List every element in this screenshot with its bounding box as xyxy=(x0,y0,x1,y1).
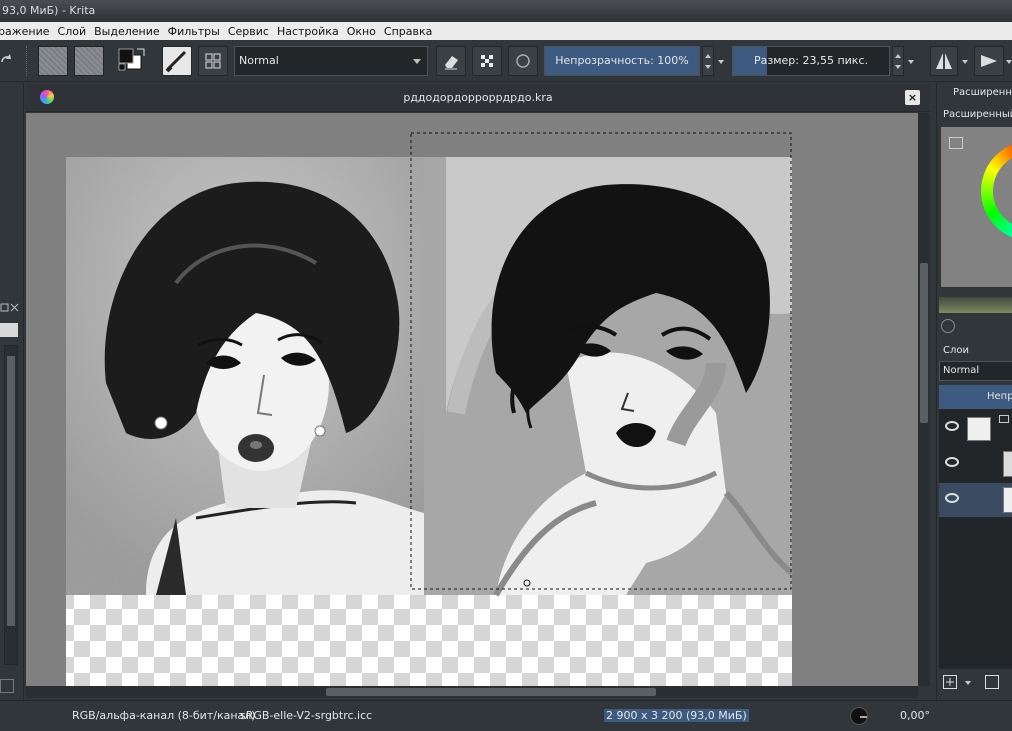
eye-icon[interactable] xyxy=(945,421,959,431)
document-window: рддодордорроррдрдо.kra × xyxy=(26,84,930,700)
reference-photo xyxy=(66,157,424,595)
horizontal-scroll-thumb[interactable] xyxy=(326,688,656,696)
menu-tools[interactable]: Сервис xyxy=(224,25,273,38)
canvas-horizontal-scrollbar[interactable] xyxy=(26,686,918,698)
redo-icon[interactable] xyxy=(0,46,12,76)
save-icon[interactable] xyxy=(0,679,14,693)
menu-window[interactable]: Окно xyxy=(343,25,380,38)
canvas-area[interactable] xyxy=(26,113,918,686)
vertical-scroll-thumb[interactable] xyxy=(920,263,928,423)
menu-help[interactable]: Справка xyxy=(380,25,436,38)
folder-icon xyxy=(999,415,1009,423)
add-layer-icon[interactable] xyxy=(943,675,957,689)
gradient-swatch[interactable] xyxy=(38,46,68,76)
krita-app-icon xyxy=(40,90,54,104)
opacity-slider[interactable]: Непрозрачность: 100% xyxy=(544,46,700,76)
blend-mode-select[interactable]: Normal xyxy=(234,46,428,76)
rotation-dial-icon[interactable] xyxy=(850,707,868,725)
mirror-vertical-dropdown-icon[interactable] xyxy=(1006,60,1012,64)
size-spin[interactable] xyxy=(892,46,904,76)
toolbar-handle xyxy=(26,46,28,76)
opacity-dropdown-icon[interactable] xyxy=(718,60,724,64)
layer-thumbnail xyxy=(1003,487,1012,513)
canvas-vertical-scrollbar[interactable] xyxy=(918,113,930,686)
rotation-angle-label: 0,00° xyxy=(900,709,930,722)
size-dropdown-icon[interactable] xyxy=(908,60,914,64)
color-profile-label: sRGB-elle-V2-srgbtrc.icc xyxy=(240,709,373,722)
docker-close-icon[interactable] xyxy=(0,303,20,313)
eraser-icon[interactable] xyxy=(436,46,466,76)
eye-icon[interactable] xyxy=(945,493,959,503)
color-selector-menu-icon[interactable] xyxy=(949,137,963,149)
layers-docker-title: Слои xyxy=(943,345,969,356)
menu-filters[interactable]: Фильтры xyxy=(164,25,224,38)
advanced-color-subtitle: Расширенный в xyxy=(943,109,1012,120)
color-wheel[interactable] xyxy=(981,141,1012,241)
color-model-label: RGB/альфа-канал (8-бит/канал) xyxy=(72,709,256,722)
layer-thumbnail xyxy=(967,417,991,441)
workspace-icon[interactable] xyxy=(198,46,228,76)
brush-size-slider[interactable]: Размер: 23,55 пикс. xyxy=(732,46,890,76)
menu-select[interactable]: Выделение xyxy=(90,25,164,38)
scroll-thumb[interactable] xyxy=(7,356,15,626)
opacity-label: Непрозрачность: 100% xyxy=(555,54,689,67)
chevron-down-icon xyxy=(413,59,421,64)
duplicate-layer-icon[interactable] xyxy=(985,675,999,689)
window-title-bar: 93,0 МиБ) - Krita xyxy=(0,0,1012,22)
brush-toolbar: Normal Непрозрачность: 100% Размер: 23,5… xyxy=(0,40,1012,82)
layer-blend-mode-value: Normal xyxy=(943,365,980,376)
image-size-label[interactable]: 2 900 x 3 200 (93,0 МиБ) xyxy=(604,709,749,722)
size-label: Размер: 23,55 пикс. xyxy=(754,54,868,67)
layer-opacity-label: Непр xyxy=(987,391,1012,402)
fg-bg-color-icon[interactable] xyxy=(116,46,148,76)
layer-row[interactable] xyxy=(939,447,1012,481)
pattern-swatch[interactable] xyxy=(74,46,104,76)
layer-thumbnail xyxy=(1003,451,1012,477)
close-document-button[interactable]: × xyxy=(905,90,920,105)
canvas-artwork xyxy=(66,132,794,686)
menu-layer[interactable]: Слой xyxy=(54,25,91,38)
color-history-strip[interactable] xyxy=(939,297,1012,313)
brush-preset-icon[interactable] xyxy=(162,46,192,76)
right-docker: Расширенны Расширенный в Слои Normal Неп… xyxy=(936,83,1012,700)
document-title-bar: рддодордорроррдрдо.kra × xyxy=(26,84,930,112)
left-docker-scrollbar[interactable] xyxy=(4,345,18,665)
menu-settings[interactable]: Настройка xyxy=(273,25,343,38)
left-docker xyxy=(0,83,24,700)
docker-menu-icon[interactable] xyxy=(0,323,18,337)
blend-mode-value: Normal xyxy=(239,54,279,67)
layer-blend-mode-select[interactable]: Normal xyxy=(939,361,1012,381)
eye-icon[interactable] xyxy=(945,457,959,467)
transparent-region xyxy=(66,595,792,686)
painted-study xyxy=(424,157,794,597)
mirror-horizontal-icon[interactable] xyxy=(930,46,958,76)
layer-row[interactable] xyxy=(939,411,1012,445)
color-selector-area[interactable] xyxy=(941,127,1012,287)
window-title: 93,0 МиБ) - Krita xyxy=(2,4,96,17)
history-icon[interactable] xyxy=(941,319,955,333)
opacity-spin[interactable] xyxy=(702,46,714,76)
layer-list xyxy=(939,409,1012,669)
menu-bar: ражение Слой Выделение Фильтры Сервис На… xyxy=(0,22,1012,40)
layer-opacity-slider[interactable]: Непр xyxy=(939,385,1012,409)
add-layer-dropdown-icon[interactable] xyxy=(965,681,971,685)
mirror-dropdown-icon[interactable] xyxy=(962,60,968,64)
wrap-around-icon[interactable] xyxy=(508,46,538,76)
document-title: рддодордорроррдрдо.kra xyxy=(403,91,553,104)
mirror-vertical-icon[interactable] xyxy=(974,46,1004,76)
advanced-color-tab[interactable]: Расширенны xyxy=(953,87,1012,98)
preserve-alpha-icon[interactable] xyxy=(472,46,502,76)
status-bar: RGB/альфа-канал (8-бит/канал) sRGB-elle-… xyxy=(0,700,1012,731)
menu-image[interactable]: ражение xyxy=(0,25,54,38)
layer-row-selected[interactable] xyxy=(939,483,1012,517)
